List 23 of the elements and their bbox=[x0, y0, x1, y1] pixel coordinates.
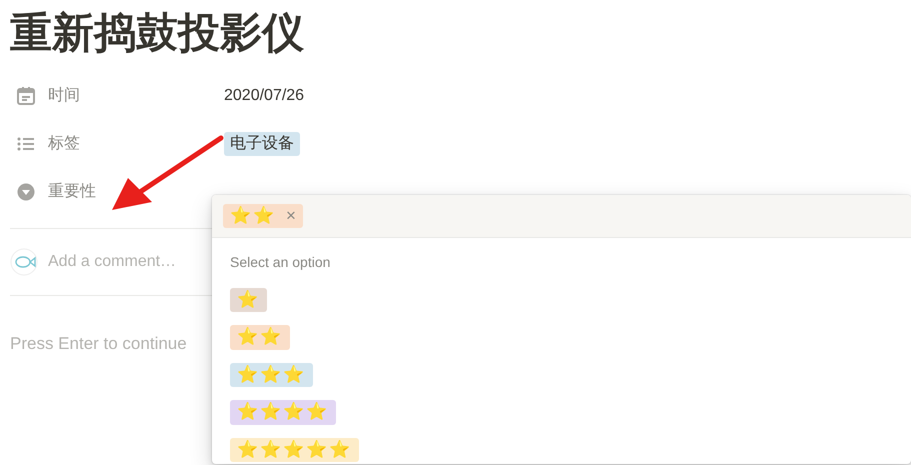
hint-text: Select an option bbox=[230, 254, 330, 270]
comment-field[interactable]: Add a comment… bbox=[48, 250, 176, 274]
option-tag[interactable]: ⭐ bbox=[230, 288, 267, 312]
remove-button[interactable]: × bbox=[286, 207, 296, 224]
star-label: ⭐ bbox=[237, 290, 260, 310]
date-value: 2020/07/26 bbox=[224, 86, 304, 106]
star-label: ⭐⭐ bbox=[230, 206, 276, 226]
property-label: 时间 bbox=[48, 86, 80, 106]
property-label: 重要性 bbox=[48, 182, 96, 202]
page-title: 重新捣鼓投影仪 bbox=[10, 12, 305, 54]
dropdown-icon bbox=[16, 182, 36, 202]
star-label: ⭐⭐⭐ bbox=[237, 364, 306, 386]
star-label: ⭐⭐ bbox=[237, 327, 283, 348]
option-tag[interactable]: ⭐⭐⭐⭐ bbox=[230, 400, 336, 425]
tag: 电子设备 bbox=[224, 132, 300, 156]
star-label: ⭐⭐⭐⭐ bbox=[237, 402, 329, 423]
calendar-icon bbox=[16, 86, 36, 106]
option-tag[interactable]: ⭐⭐⭐⭐⭐ bbox=[230, 438, 359, 462]
fish-avatar-icon bbox=[10, 248, 38, 276]
option-tag[interactable]: ⭐⭐ bbox=[230, 325, 290, 350]
option-tag[interactable]: ⭐⭐⭐ bbox=[230, 362, 313, 388]
property-label: 标签 bbox=[48, 134, 80, 154]
star-label: ⭐⭐⭐⭐⭐ bbox=[237, 440, 352, 460]
